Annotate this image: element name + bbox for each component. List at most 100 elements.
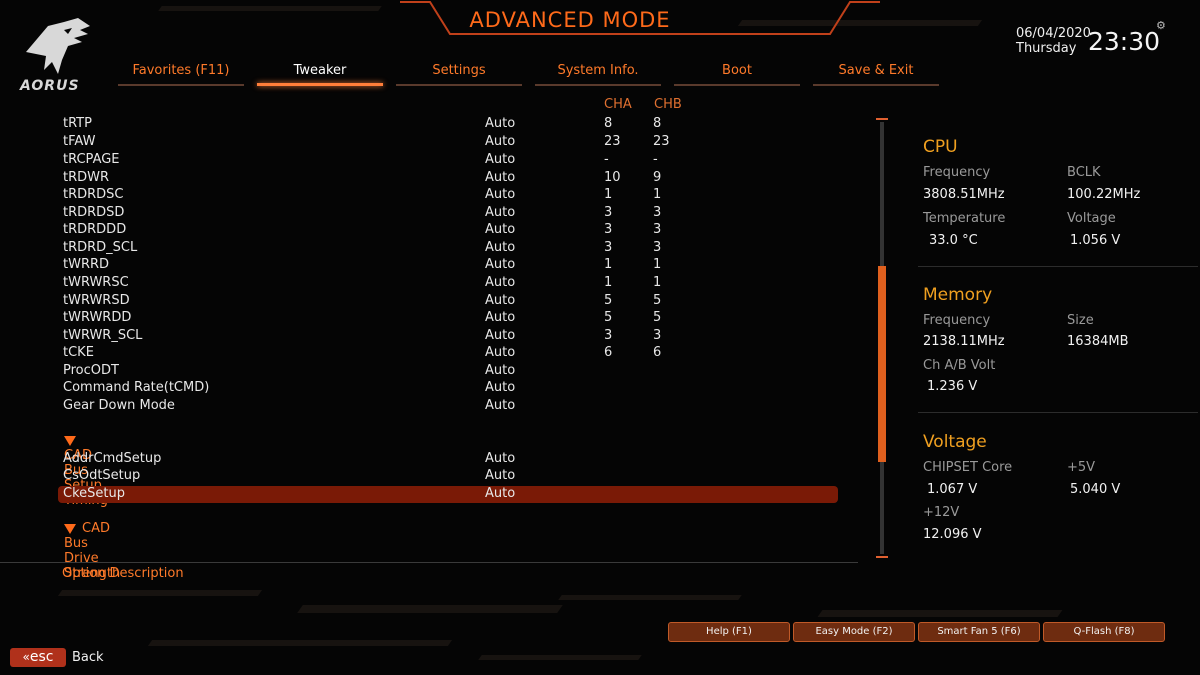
setting-row-tcke[interactable]: tCKE Auto 6 6 <box>58 345 838 362</box>
background-streak <box>147 640 453 646</box>
clock-time[interactable]: 23:30 <box>1088 27 1160 56</box>
chb-value: - <box>653 152 658 167</box>
bclk-value: 100.22MHz <box>1067 187 1141 202</box>
double-chevron-left-icon: « <box>22 650 30 664</box>
setting-row-trdrd-scl[interactable]: tRDRD_SCL Auto 3 3 <box>58 240 838 257</box>
chb-value: 1 <box>653 187 662 202</box>
setting-row-trdrdsd[interactable]: tRDRDSD Auto 3 3 <box>58 205 838 222</box>
memory-heading: Memory <box>923 285 993 305</box>
tab-boot[interactable]: Boot <box>674 60 800 86</box>
easy-mode-button[interactable]: Easy Mode (F2) <box>793 622 915 642</box>
setting-row-trdrdsc[interactable]: tRDRDSC Auto 1 1 <box>58 187 838 204</box>
panel-separator <box>918 412 1198 413</box>
setting-row-addrcmdsetup[interactable]: AddrCmdSetup Auto <box>58 451 838 468</box>
background-streak <box>478 655 642 660</box>
cha-value: 1 <box>604 275 613 290</box>
setting-name: CkeSetup <box>63 486 125 501</box>
setting-name: tWRWRDD <box>63 310 132 325</box>
voltage-heading: Voltage <box>923 432 987 452</box>
setting-value: Auto <box>485 116 516 131</box>
setting-value: Auto <box>485 222 516 237</box>
setting-row-trcpage[interactable]: tRCPAGE Auto - - <box>58 152 838 169</box>
setting-row-trdrddd[interactable]: tRDRDDD Auto 3 3 <box>58 222 838 239</box>
help-button[interactable]: Help (F1) <box>668 622 790 642</box>
setting-row-twrwrsd[interactable]: tWRWRSD Auto 5 5 <box>58 293 838 310</box>
cha-value: 10 <box>604 170 621 185</box>
q-flash-button[interactable]: Q-Flash (F8) <box>1043 622 1165 642</box>
brand-wordmark: AORUS <box>20 78 80 94</box>
chb-value: 5 <box>653 293 662 308</box>
setting-value: Auto <box>485 451 516 466</box>
setting-value: Auto <box>485 205 516 220</box>
chb-value: 8 <box>653 116 662 131</box>
back-label[interactable]: Back <box>72 650 104 665</box>
setting-row-csodtsetup[interactable]: CsOdtSetup Auto <box>58 468 838 485</box>
setting-name: ProcODT <box>63 363 119 378</box>
esc-button[interactable]: «esc <box>10 648 66 667</box>
tab-favorites[interactable]: Favorites (F11) <box>118 60 244 86</box>
column-header-chb: CHB <box>654 97 682 112</box>
setting-value: Auto <box>485 468 516 483</box>
setting-row-ckesetup[interactable]: CkeSetup Auto <box>58 486 838 503</box>
bclk-label: BCLK <box>1067 165 1101 180</box>
chipset-core-value: 1.067 V <box>927 482 978 497</box>
cha-value: 6 <box>604 345 613 360</box>
setting-value: Auto <box>485 310 516 325</box>
plus-5v-label: +5V <box>1067 460 1096 475</box>
scrollbar-cap <box>876 118 888 120</box>
gear-icon[interactable]: ⚙ <box>1156 19 1166 32</box>
setting-row-tfaw[interactable]: tFAW Auto 23 23 <box>58 134 838 151</box>
setting-name: tRDWR <box>63 170 110 185</box>
memory-size-value: 16384MB <box>1067 334 1129 349</box>
setting-row-trdwr[interactable]: tRDWR Auto 10 9 <box>58 170 838 187</box>
setting-value: Auto <box>485 240 516 255</box>
chb-value: 1 <box>653 275 662 290</box>
tab-label: Save & Exit <box>838 63 914 78</box>
setting-name: tRCPAGE <box>63 152 120 167</box>
triangle-down-icon <box>64 523 76 534</box>
weekday-text: Thursday <box>1016 41 1077 56</box>
smart-fan-button[interactable]: Smart Fan 5 (F6) <box>918 622 1040 642</box>
tab-underline <box>118 84 244 86</box>
setting-name: tFAW <box>63 134 96 149</box>
setting-name: Command Rate(tCMD) <box>63 380 210 395</box>
setting-row-command-rate[interactable]: Command Rate(tCMD) Auto <box>58 380 838 397</box>
triangle-down-icon <box>64 435 76 446</box>
chb-value: 9 <box>653 170 662 185</box>
memory-voltage-label: Ch A/B Volt <box>923 358 996 373</box>
plus-5v-value: 5.040 V <box>1070 482 1121 497</box>
tab-underline <box>674 84 800 86</box>
setting-row-twrrd[interactable]: tWRRD Auto 1 1 <box>58 257 838 274</box>
tab-underline <box>257 83 383 86</box>
cha-value: 5 <box>604 310 613 325</box>
setting-row-trtp[interactable]: tRTP Auto 8 8 <box>58 116 838 133</box>
memory-frequency-value: 2138.11MHz <box>923 334 1005 349</box>
setting-row-procodt[interactable]: ProcODT Auto <box>58 363 838 380</box>
tab-label: Tweaker <box>293 63 347 78</box>
tab-tweaker[interactable]: Tweaker <box>257 60 383 86</box>
setting-name: tWRWR_SCL <box>63 328 143 343</box>
cha-value: 23 <box>604 134 621 149</box>
scrollbar-thumb[interactable] <box>878 266 886 462</box>
setting-row-twrwr-scl[interactable]: tWRWR_SCL Auto 3 3 <box>58 328 838 345</box>
background-streak <box>558 595 742 600</box>
background-streak <box>57 590 263 596</box>
setting-row-gear-down-mode[interactable]: Gear Down Mode Auto <box>58 398 838 415</box>
chipset-core-label: CHIPSET Core <box>923 460 1013 475</box>
setting-row-twrwrdd[interactable]: tWRWRDD Auto 5 5 <box>58 310 838 327</box>
tab-system-info[interactable]: System Info. <box>535 60 661 86</box>
setting-row-twrwrsc[interactable]: tWRWRSC Auto 1 1 <box>58 275 838 292</box>
tab-settings[interactable]: Settings <box>396 60 522 86</box>
tab-label: Favorites (F11) <box>132 63 230 78</box>
setting-name: CsOdtSetup <box>63 468 141 483</box>
tab-label: Boot <box>722 63 752 78</box>
tab-underline <box>535 84 661 86</box>
chb-value: 3 <box>653 222 662 237</box>
cpu-temperature-label: Temperature <box>923 211 1006 226</box>
tab-save-exit[interactable]: Save & Exit <box>813 60 939 86</box>
date-display[interactable]: 06/04/2020 Thursday <box>1016 26 1091 56</box>
cha-value: 3 <box>604 222 613 237</box>
setting-value: Auto <box>485 257 516 272</box>
tab-label: System Info. <box>557 63 639 78</box>
setting-name: tRDRDSC <box>63 187 124 202</box>
